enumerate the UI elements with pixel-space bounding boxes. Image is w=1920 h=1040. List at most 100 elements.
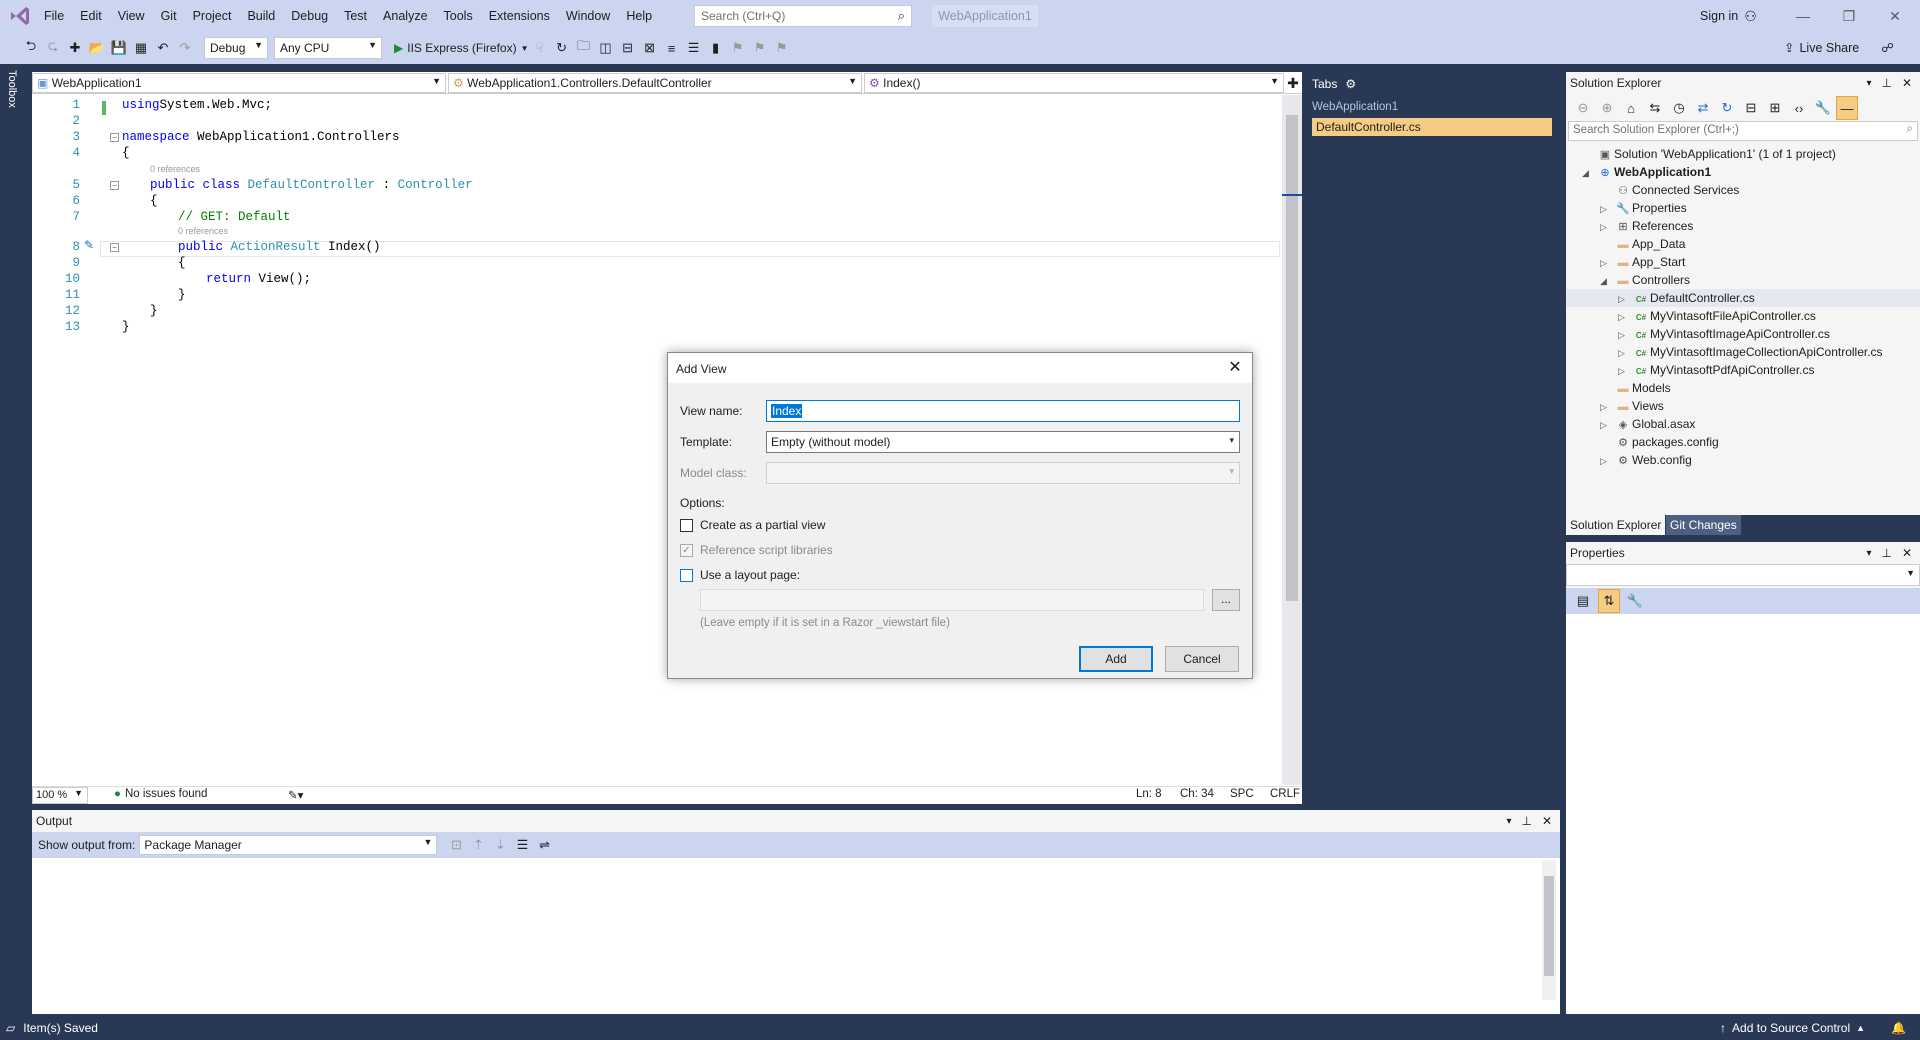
expand-toggle-icon[interactable]: ▷ — [1600, 200, 1614, 218]
menu-item-debug[interactable]: Debug — [283, 0, 336, 32]
whitespace-status[interactable]: SPC — [1230, 788, 1254, 800]
menu-item-extensions[interactable]: Extensions — [481, 0, 558, 32]
expand-toggle-icon[interactable]: ▷ — [1600, 416, 1614, 434]
property-pages-icon[interactable]: 🔧 — [1624, 589, 1646, 613]
find-message-icon[interactable]: ⊡ — [445, 833, 467, 857]
configuration-dropdown[interactable]: Debug ▼ — [204, 37, 268, 59]
save-all-icon[interactable]: ▦ — [130, 36, 152, 60]
minimize-button[interactable]: — — [1780, 0, 1826, 32]
expand-toggle-icon[interactable]: ▷ — [1600, 452, 1614, 470]
layout-page-checkbox[interactable] — [680, 569, 693, 582]
properties-wrench-icon[interactable]: 🔧 — [1812, 96, 1834, 120]
quick-actions-icon[interactable]: ✎ — [84, 238, 94, 252]
open-folder-icon[interactable]: 📂 — [86, 36, 108, 60]
pin-icon[interactable]: ⊥ — [1881, 76, 1891, 90]
feedback-icon[interactable]: ☍ — [1881, 32, 1894, 64]
run-button[interactable]: ▶ IIS Express (Firefox) ▼ — [394, 41, 529, 55]
tab-git-changes[interactable]: Git Changes — [1666, 515, 1741, 535]
tool-icon[interactable]: ⊟ — [617, 36, 639, 60]
forward-icon[interactable]: ⊕ — [1596, 96, 1618, 120]
prev-message-icon[interactable]: ⇡ — [467, 833, 489, 857]
solution-tree-item[interactable]: ⚇ Connected Services — [1600, 181, 1739, 199]
attach-icon[interactable]: ☟ — [529, 36, 551, 60]
editor-scroll-thumb[interactable] — [1286, 115, 1298, 601]
brush-icon[interactable]: ✎▾ — [288, 788, 303, 802]
switch-views-icon[interactable]: ⇆ — [1644, 96, 1666, 120]
script-libraries-checkbox[interactable]: ✓ — [680, 544, 693, 557]
view-name-input[interactable]: Index — [766, 400, 1240, 422]
browse-layout-button[interactable]: ... — [1212, 589, 1240, 611]
expand-toggle-icon[interactable]: ◢ — [1582, 164, 1596, 182]
menu-item-project[interactable]: Project — [185, 0, 240, 32]
output-scroll-thumb[interactable] — [1544, 876, 1554, 976]
live-share-button[interactable]: ⇪ Live Share ☍ — [1784, 32, 1894, 64]
back-icon[interactable]: ⊖ — [1572, 96, 1594, 120]
solution-tree-item[interactable]: ⚙ packages.config — [1600, 433, 1719, 451]
tab-solution-explorer[interactable]: Solution Explorer — [1566, 515, 1666, 535]
expand-toggle-icon[interactable]: ▷ — [1618, 362, 1632, 380]
menu-item-view[interactable]: View — [110, 0, 153, 32]
chevron-down-icon[interactable]: ▾ — [1506, 816, 1511, 827]
chevron-down-icon[interactable]: ▾ — [1866, 78, 1871, 89]
solution-tree-item[interactable]: ◢ ▬ Controllers — [1600, 271, 1690, 289]
zoom-dropdown[interactable]: 100 % ▼ — [32, 787, 88, 804]
code-lens-references[interactable]: 0 references — [178, 226, 228, 236]
collapse-method-toggle[interactable]: − — [110, 243, 119, 252]
menu-item-test[interactable]: Test — [336, 0, 375, 32]
output-vertical-scrollbar[interactable] — [1542, 860, 1556, 1000]
solution-tree-item[interactable]: ▷ ◈ Global.asax — [1600, 415, 1695, 433]
expand-toggle-icon[interactable]: ◢ — [1600, 272, 1614, 290]
solution-tree-item[interactable]: ▷ C# MyVintasoftImageApiController.cs — [1618, 325, 1830, 343]
collapse-class-toggle[interactable]: − — [110, 181, 119, 190]
chevron-down-icon[interactable]: ▾ — [1866, 548, 1871, 559]
back-icon[interactable]: ⮌ — [20, 36, 42, 60]
show-all-files-icon[interactable]: ⊞ — [1764, 96, 1786, 120]
pin-icon[interactable]: ⊥ — [1881, 546, 1891, 560]
expand-toggle-icon[interactable]: ▷ — [1600, 218, 1614, 236]
view-code-icon[interactable]: ‹› — [1788, 96, 1810, 120]
preview-selected-icon[interactable]: — — [1836, 96, 1858, 120]
save-icon[interactable]: 💾 — [108, 36, 130, 60]
solution-tree-item[interactable]: ▷ C# MyVintasoftPdfApiController.cs — [1618, 361, 1815, 379]
expand-toggle-icon[interactable]: ▷ — [1600, 254, 1614, 272]
menu-item-help[interactable]: Help — [618, 0, 660, 32]
tool-icon[interactable]: ⊠ — [639, 36, 661, 60]
menu-item-analyze[interactable]: Analyze — [375, 0, 435, 32]
close-icon[interactable]: ✕ — [1542, 814, 1552, 828]
notifications-bell-icon[interactable]: 🔔 — [1891, 1021, 1906, 1035]
menu-item-tools[interactable]: Tools — [436, 0, 481, 32]
maximize-button[interactable]: ❐ — [1826, 0, 1872, 32]
search-box[interactable]: Search (Ctrl+Q) ⌕ — [694, 5, 912, 27]
solution-tree-item[interactable]: ▷ ⊞ References — [1600, 217, 1693, 235]
class-nav-dropdown[interactable]: ⚙ WebApplication1.Controllers.DefaultCon… — [448, 73, 862, 93]
bookmark-prev-icon[interactable]: ⚑ — [727, 36, 749, 60]
gear-icon[interactable]: ⚙ — [1345, 77, 1356, 91]
new-project-icon[interactable]: ✚ — [64, 36, 86, 60]
solution-tree-item[interactable]: ▷ C# MyVintasoftImageCollectionApiControll… — [1618, 343, 1883, 361]
history-icon[interactable]: ◷ — [1668, 96, 1690, 120]
collapse-namespace-toggle[interactable]: − — [110, 133, 119, 142]
solution-tree-item[interactable]: ▷ C# MyVintasoftFileApiController.cs — [1618, 307, 1816, 325]
bookmark-next-icon[interactable]: ⚑ — [749, 36, 771, 60]
output-source-dropdown[interactable]: Package Manager ▼ — [139, 835, 438, 855]
word-wrap-icon[interactable]: ⇌ — [533, 833, 555, 857]
member-nav-dropdown[interactable]: ⚙ Index() ▼ — [864, 73, 1284, 93]
close-icon[interactable]: ✕ — [1902, 76, 1912, 90]
solution-tree-item[interactable]: ▷ 🔧 Properties — [1600, 199, 1687, 217]
menu-item-git[interactable]: Git — [153, 0, 185, 32]
sync-icon[interactable]: ⇄ — [1692, 96, 1714, 120]
line-ending-status[interactable]: CRLF — [1270, 788, 1300, 800]
solution-tree-item[interactable]: ▣ Solution 'WebApplication1' (1 of 1 proj… — [1582, 145, 1836, 163]
menu-item-file[interactable]: File — [36, 0, 72, 32]
add-button[interactable]: Add — [1079, 646, 1153, 672]
platform-dropdown[interactable]: Any CPU ▼ — [274, 37, 382, 59]
solution-tree-item[interactable]: ▷ C# DefaultController.cs — [1566, 289, 1920, 307]
solution-tree-item[interactable]: ▷ ▬ Views — [1600, 397, 1664, 415]
partial-view-checkbox[interactable] — [680, 519, 693, 532]
menu-item-window[interactable]: Window — [558, 0, 618, 32]
forward-icon[interactable]: ⮎ — [42, 36, 64, 60]
project-nav-dropdown[interactable]: ▣ WebApplication1 ▼ — [32, 73, 446, 93]
solution-tree-item[interactable]: ▷ ▬ App_Start — [1600, 253, 1685, 271]
close-window-button[interactable]: ✕ — [1872, 0, 1918, 32]
screenshot-icon[interactable]: ◫ — [595, 36, 617, 60]
